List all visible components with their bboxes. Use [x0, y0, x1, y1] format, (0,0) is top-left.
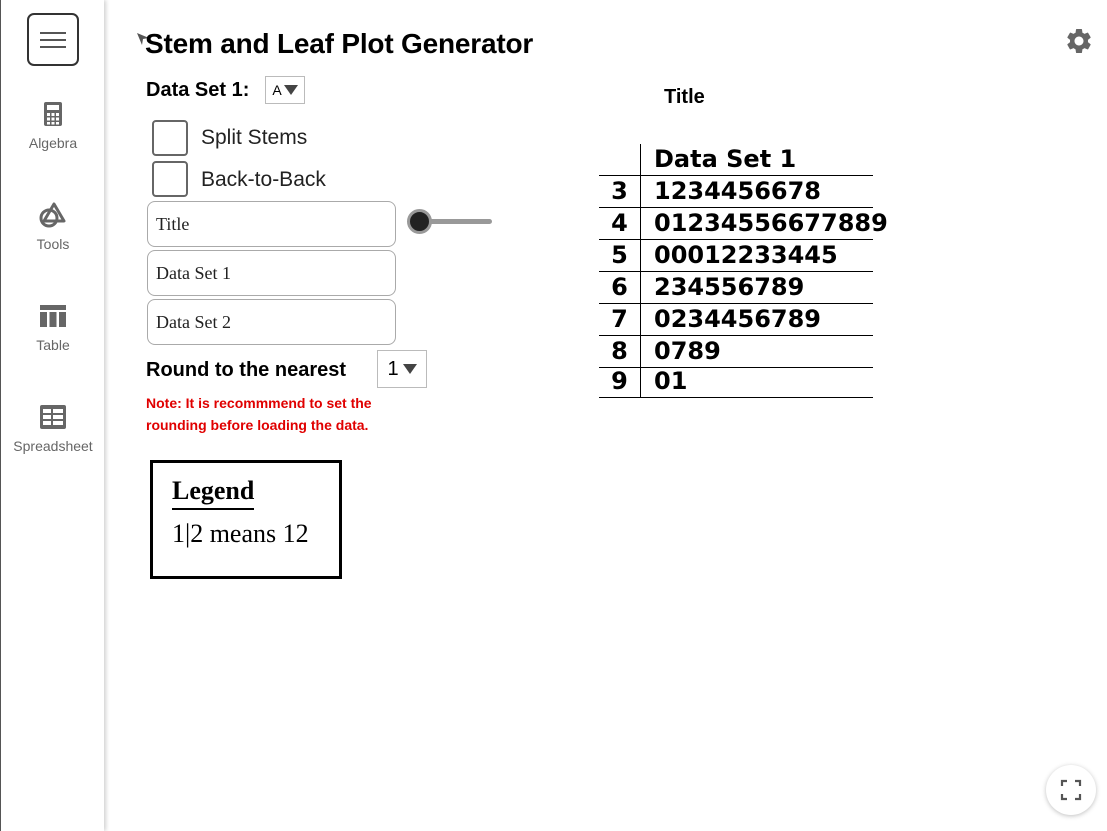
plot-row: 9 01 — [599, 366, 873, 398]
sidebar-item-tools[interactable]: Tools — [1, 200, 105, 252]
stem-value: 4 — [611, 209, 628, 237]
round-dropdown[interactable]: 1 — [377, 350, 427, 388]
sidebar-item-label: Table — [36, 337, 70, 353]
sidebar: Algebra Tools Table Spreadsheet — [0, 0, 104, 831]
leaf-values: 1234456678 — [654, 177, 821, 205]
page-title: Stem and Leaf Plot Generator — [145, 28, 534, 59]
leaf-values: 01234556677889 — [654, 209, 888, 237]
spreadsheet-icon — [38, 402, 68, 432]
menu-button[interactable] — [27, 13, 79, 66]
dropdown-value: 1 — [387, 357, 399, 380]
sidebar-item-label: Spreadsheet — [13, 438, 93, 454]
stem-value: 6 — [611, 273, 628, 301]
gear-icon[interactable] — [1064, 26, 1094, 61]
fullscreen-button[interactable] — [1046, 765, 1096, 815]
fullscreen-icon — [1060, 779, 1082, 801]
stem-value: 9 — [611, 367, 628, 395]
data-set-2-input-text: Data Set 2 — [156, 311, 231, 332]
back-to-back-checkbox[interactable] — [152, 161, 188, 197]
dropdown-arrow-icon — [283, 85, 298, 95]
menu-icon-line — [40, 31, 66, 34]
stem-value: 5 — [611, 241, 628, 269]
stem-value: 8 — [611, 337, 628, 365]
sidebar-item-table[interactable]: Table — [1, 301, 105, 353]
plot-row: 7 0234456789 — [599, 304, 873, 336]
plot-title: Title — [664, 86, 705, 108]
sidebar-item-algebra[interactable]: Algebra — [1, 99, 105, 151]
table-icon — [38, 301, 68, 331]
data-set-label: Data Set 1: — [146, 79, 250, 101]
plot-row: 5 00012233445 — [599, 240, 873, 272]
split-stems-checkbox[interactable] — [152, 120, 188, 156]
sidebar-item-spreadsheet[interactable]: Spreadsheet — [1, 402, 105, 454]
plot-header: Data Set 1 — [654, 145, 797, 173]
slider-handle[interactable] — [407, 209, 432, 234]
legend-heading: Legend — [172, 476, 255, 510]
dropdown-arrow-icon — [402, 364, 417, 374]
data-set-1-input[interactable]: Data Set 1 — [147, 250, 396, 296]
plot-header-row: Data Set 1 — [599, 144, 873, 176]
leaf-values: 01 — [654, 367, 688, 395]
rounding-note: Note: It is recommmend to set the roundi… — [146, 395, 372, 433]
leaf-values: 0234456789 — [654, 305, 821, 333]
stem-value: 3 — [611, 177, 628, 205]
leaf-values: 0789 — [654, 337, 721, 365]
sidebar-item-label: Tools — [36, 236, 70, 252]
calculator-icon — [38, 99, 68, 129]
menu-icon-line — [40, 45, 66, 48]
data-set-dropdown[interactable]: A — [265, 76, 305, 104]
legend-text: 1|2 means 12 — [172, 519, 309, 548]
menu-icon-line — [40, 38, 66, 41]
data-set-2-input[interactable]: Data Set 2 — [147, 299, 396, 345]
legend-box: Legend 1|2 means 12 — [150, 460, 342, 579]
plot-row: 6 234556789 — [599, 272, 873, 304]
leaf-values: 234556789 — [654, 273, 805, 301]
plot-row: 4 01234556677889 — [599, 208, 888, 240]
plot-row: 8 0789 — [599, 336, 873, 368]
shapes-icon — [38, 200, 68, 230]
stem-value: 7 — [611, 305, 628, 333]
sidebar-item-label: Algebra — [28, 135, 78, 151]
title-input-text: Title — [156, 213, 190, 234]
back-to-back-label[interactable]: Back-to-Back — [201, 168, 326, 192]
dropdown-value: A — [272, 82, 282, 98]
leaf-values: 00012233445 — [654, 241, 838, 269]
split-stems-label[interactable]: Split Stems — [201, 126, 307, 150]
data-set-1-input-text: Data Set 1 — [156, 262, 231, 283]
title-input[interactable]: Title — [147, 201, 396, 247]
round-label: Round to the nearest — [146, 359, 347, 381]
plot-row: 3 1234456678 — [599, 176, 873, 208]
